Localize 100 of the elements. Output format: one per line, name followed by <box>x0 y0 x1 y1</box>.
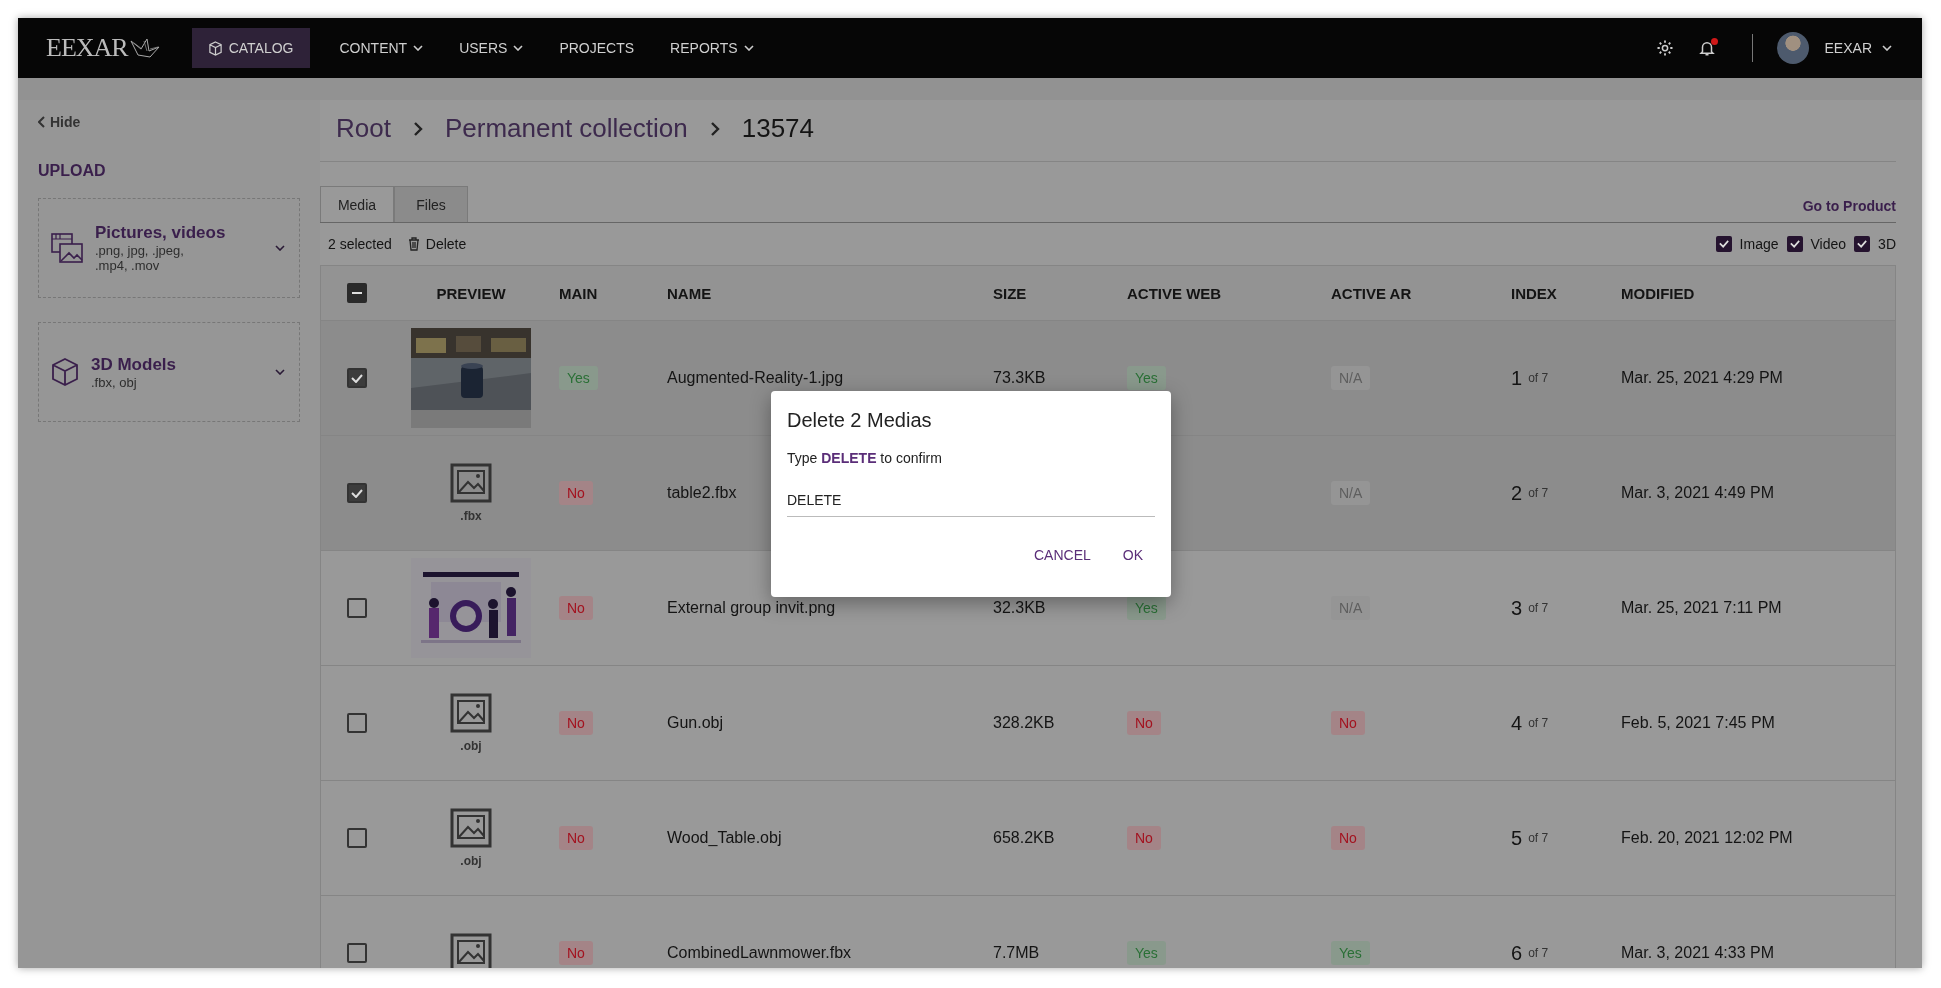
filter-checkbox[interactable] <box>1786 236 1803 252</box>
modified-date: Feb. 20, 2021 12:02 PM <box>1621 829 1793 847</box>
file-name: Augmented-Reality-1.jpg <box>667 369 844 387</box>
column-header: MAIN <box>558 284 599 302</box>
check-icon <box>1857 240 1868 248</box>
tab[interactable]: Media <box>320 186 394 222</box>
nav-item[interactable]: REPORTS <box>654 28 770 68</box>
check-icon <box>1789 240 1800 248</box>
image-icon <box>450 463 492 503</box>
column-header: SIZE <box>992 284 1028 302</box>
modified-date: Mar. 25, 2021 7:11 PM <box>1621 599 1782 617</box>
status-badge: Yes <box>1127 941 1166 965</box>
trash-icon <box>407 237 420 251</box>
status-badge: No <box>559 941 593 965</box>
index-number: 5 <box>1511 826 1523 850</box>
file-name: CombinedLawnmower.fbx <box>667 944 852 962</box>
dialog-instruction: Type DELETE to confirm <box>787 450 943 466</box>
dash-icon <box>352 292 362 294</box>
breadcrumb-item[interactable]: 13574 <box>741 113 815 144</box>
row-checkbox[interactable] <box>347 943 367 963</box>
column-header: NAME <box>666 284 713 302</box>
filter-label: 3D <box>1878 236 1896 252</box>
image-icon <box>450 693 492 733</box>
user-name[interactable]: EEXAR <box>1824 40 1872 56</box>
column-header: ACTIVE WEB <box>1126 284 1223 302</box>
image-icon <box>450 933 492 968</box>
modified-date: Mar. 25, 2021 4:29 PM <box>1621 369 1783 387</box>
go-to-product-link[interactable]: Go to Product <box>1802 198 1896 222</box>
image-icon <box>450 808 492 848</box>
modified-date: Feb. 5, 2021 7:45 PM <box>1621 714 1775 732</box>
upload-formats: .png, jpg, .jpeg, .mp4, .mov <box>95 243 185 273</box>
index-number: 1 <box>1511 366 1523 390</box>
filter-checkbox[interactable] <box>1854 236 1871 252</box>
row-checkbox[interactable] <box>347 368 367 388</box>
status-badge: No <box>559 826 593 850</box>
box-icon <box>207 40 223 56</box>
select-all-checkbox[interactable] <box>347 283 367 303</box>
modified-date: Mar. 3, 2021 4:49 PM <box>1621 484 1774 502</box>
upload-type: Pictures, videos <box>95 223 227 243</box>
caret-icon <box>275 245 285 251</box>
dialog-title: Delete 2 Medias <box>787 409 933 432</box>
breadcrumb-item[interactable]: Permanent collection <box>444 113 688 144</box>
confirm-input-field[interactable]: DELETE <box>787 484 1155 517</box>
breadcrumb-item[interactable]: Root <box>336 113 391 144</box>
index-total: of 7 <box>1528 716 1549 730</box>
user-avatar[interactable] <box>1776 32 1809 64</box>
status-badge: No <box>1127 711 1161 735</box>
dialog-button[interactable]: CANCEL <box>1021 541 1103 569</box>
check-icon <box>351 373 363 383</box>
notification-icon[interactable] <box>1697 39 1716 57</box>
file-size: 658.2KB <box>993 829 1055 847</box>
file-name: Wood_Table.obj <box>667 829 782 847</box>
row-checkbox[interactable] <box>347 713 367 733</box>
file-extension: .obj <box>460 739 482 753</box>
index-total: of 7 <box>1528 371 1549 385</box>
file-size: 7.7MB <box>993 944 1040 962</box>
nav-item[interactable]: CATALOG <box>191 28 310 68</box>
status-badge: No <box>559 711 593 735</box>
file-size: 73.3KB <box>993 369 1046 387</box>
row-checkbox[interactable] <box>347 598 367 618</box>
file-extension: .obj <box>460 854 482 868</box>
caret-icon <box>1882 45 1892 51</box>
status-badge: No <box>559 481 593 505</box>
status-badge: No <box>1127 826 1161 850</box>
delete-button[interactable]: Delete <box>407 236 467 252</box>
column-header: MODIFIED <box>1620 284 1696 302</box>
upload-formats: .fbx, obj <box>91 374 138 390</box>
index-total: of 7 <box>1528 831 1549 845</box>
column-header: PREVIEW <box>435 284 507 302</box>
upload-type: 3D Models <box>91 354 178 375</box>
upload-dropzone[interactable]: Pictures, videos .png, jpg, .jpeg, .mp4, .mov <box>38 198 300 298</box>
filter-checkbox[interactable] <box>1715 236 1732 252</box>
status-badge: No <box>1331 826 1365 850</box>
status-badge: Yes <box>559 366 598 390</box>
filter-label: Image <box>1739 236 1779 252</box>
status-badge: No <box>559 596 593 620</box>
index-number: 2 <box>1511 481 1523 505</box>
selected-count: 2 selected <box>328 236 392 252</box>
row-checkbox[interactable] <box>347 483 367 503</box>
check-icon <box>1718 240 1729 248</box>
upload-dropzone[interactable]: 3D Models .fbx, obj <box>38 322 300 422</box>
file-name: Gun.obj <box>667 714 724 732</box>
tab[interactable]: Files <box>394 186 468 222</box>
filter-label: Video <box>1810 236 1847 252</box>
settings-icon[interactable] <box>1655 39 1674 57</box>
chevron-right-icon <box>709 120 720 137</box>
file-name: table2.fbx <box>667 484 737 502</box>
index-total: of 7 <box>1528 946 1549 960</box>
nav-item[interactable]: PROJECTS <box>543 28 651 68</box>
modified-date: Mar. 3, 2021 4:33 PM <box>1621 944 1774 962</box>
file-extension: .fbx <box>460 509 482 523</box>
check-icon <box>351 488 363 498</box>
nav-item[interactable]: CONTENT <box>323 28 440 68</box>
nav-item[interactable]: USERS <box>443 28 540 68</box>
file-name: External group invit.png <box>667 599 836 617</box>
hide-link[interactable]: Hide <box>38 114 81 130</box>
column-header: ACTIVE AR <box>1330 284 1413 302</box>
caret-icon <box>275 369 285 375</box>
dialog-button[interactable]: OK <box>1110 541 1155 569</box>
row-checkbox[interactable] <box>347 828 367 848</box>
